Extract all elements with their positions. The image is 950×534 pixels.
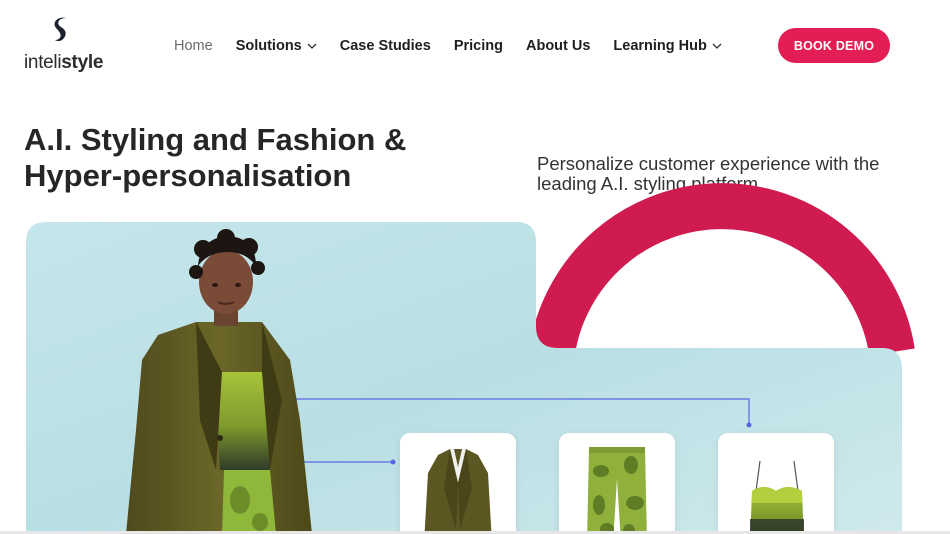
model-figure	[126, 229, 312, 534]
logo[interactable]: intelistyle	[24, 16, 104, 76]
nav-item-learning-hub[interactable]: Learning Hub	[613, 38, 722, 54]
nav-item-about-us[interactable]: About Us	[526, 38, 590, 54]
nav-item-label: Pricing	[453, 38, 503, 54]
nav-item-label: Home	[174, 38, 213, 54]
pants-icon	[587, 447, 647, 534]
decorative-arc	[529, 183, 915, 356]
top-icon	[750, 460, 804, 534]
product-card-pants[interactable]	[559, 433, 675, 534]
hero-background-panel	[26, 222, 902, 534]
logo-wordmark: intelistyle	[24, 52, 104, 73]
hero-subtitle: Personalize customer experience with the…	[537, 154, 917, 194]
hero-subtitle-line: Personalize customer experience with the	[537, 153, 880, 174]
nav-item-label: Learning Hub	[613, 38, 707, 54]
hero-title-line: A.I. Styling and Fashion &	[24, 122, 407, 157]
nav-item-home[interactable]: Home	[174, 38, 213, 54]
hero-title-line: Hyper-personalisation	[24, 158, 352, 193]
hero-title: A.I. Styling and Fashion & Hyper-persona…	[24, 122, 464, 194]
nav-item-label: Solutions	[235, 38, 302, 54]
main-nav: Home Solutions Case Studies Pricing Abou…	[174, 36, 745, 56]
logo-mark-icon	[54, 17, 66, 42]
connector-line	[280, 398, 750, 425]
book-demo-button[interactable]: BOOK DEMO	[778, 28, 890, 63]
chevron-down-icon	[307, 43, 317, 49]
nav-item-solutions[interactable]: Solutions	[236, 38, 317, 54]
blazer-icon	[424, 449, 492, 534]
product-card-top[interactable]	[718, 433, 834, 534]
nav-item-case-studies[interactable]: Case Studies	[340, 38, 431, 54]
site-header: intelistyle Home Solutions Case Studies …	[0, 0, 950, 92]
nav-item-label: Case Studies	[339, 38, 431, 54]
nav-item-label: About Us	[525, 38, 591, 54]
hero-subtitle-line: leading A.I. styling platform	[537, 173, 759, 194]
chevron-down-icon	[712, 43, 722, 49]
nav-item-pricing[interactable]: Pricing	[454, 38, 503, 54]
product-card-blazer[interactable]	[400, 433, 516, 534]
